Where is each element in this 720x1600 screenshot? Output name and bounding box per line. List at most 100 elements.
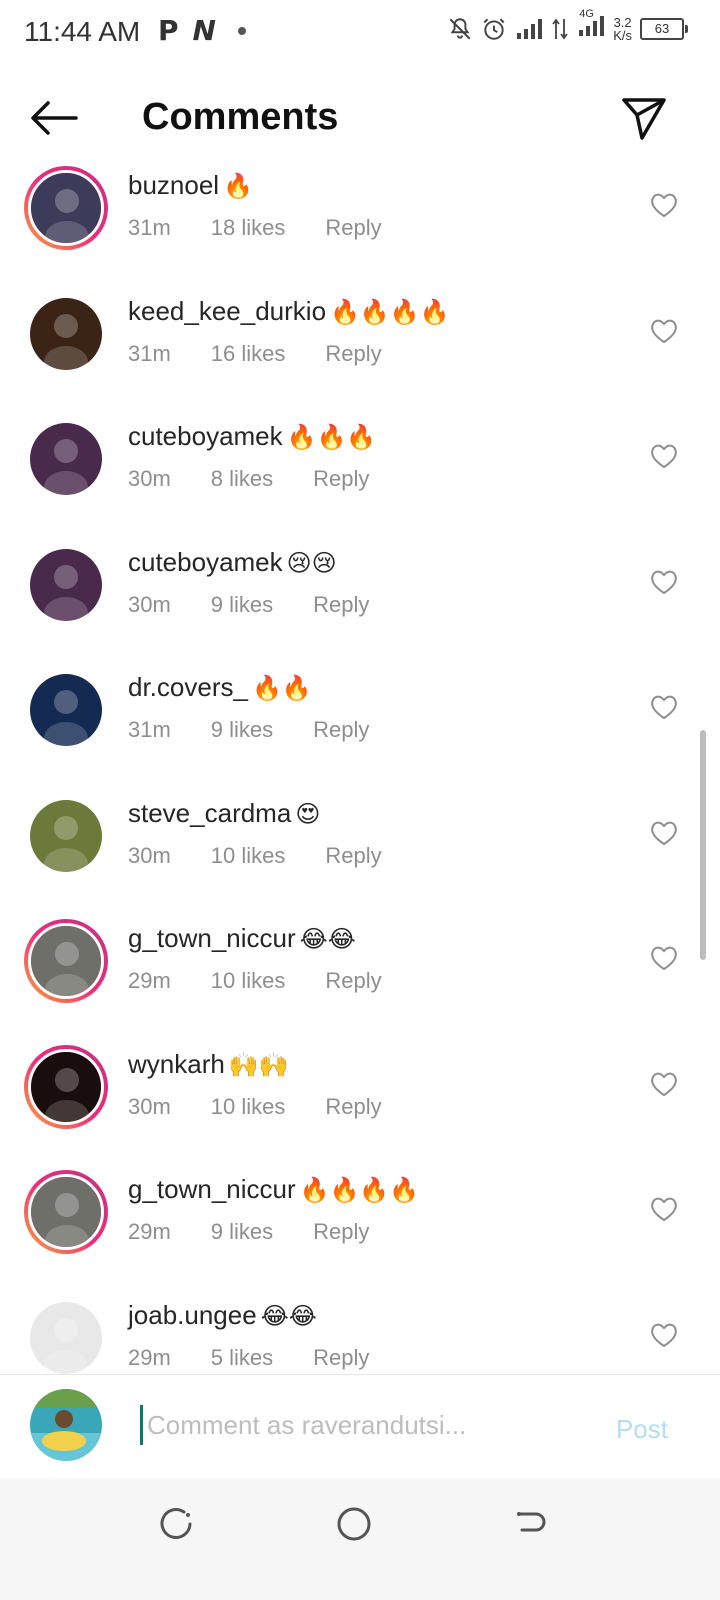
comment-username[interactable]: keed_kee_durkio bbox=[128, 296, 326, 326]
comment-line: joab.ungee 😂😂 bbox=[128, 1300, 369, 1331]
comment-row[interactable]: cuteboyamek 🔥🔥🔥 30m 8 likes Reply bbox=[0, 415, 720, 541]
comment-row[interactable]: buznoel 🔥 31m 18 likes Reply bbox=[0, 164, 720, 290]
reply-button[interactable]: Reply bbox=[325, 968, 381, 994]
avatar-ring[interactable] bbox=[30, 674, 102, 746]
comment-likes[interactable]: 5 likes bbox=[211, 1345, 273, 1371]
comment-username[interactable]: joab.ungee bbox=[128, 1300, 257, 1330]
status-bar: 11:44 AM P N 4G 3.2 K/s 63 bbox=[0, 0, 720, 64]
comment-meta: 30m 10 likes Reply bbox=[128, 1094, 382, 1120]
network-speed: 3.2 K/s bbox=[613, 16, 632, 42]
avatar[interactable] bbox=[30, 674, 102, 746]
avatar-ring[interactable] bbox=[30, 1301, 102, 1374]
comment-username[interactable]: wynkarh bbox=[128, 1049, 225, 1079]
reply-button[interactable]: Reply bbox=[313, 717, 369, 743]
comment-text: 🔥🔥🔥🔥 bbox=[330, 297, 450, 326]
comment-body: steve_cardma 😍 30m 10 likes Reply bbox=[128, 798, 382, 869]
avatar-ring[interactable] bbox=[30, 297, 102, 370]
heart-icon[interactable] bbox=[650, 192, 678, 218]
comment-username[interactable]: steve_cardma bbox=[128, 798, 291, 828]
comment-username[interactable]: g_town_niccur bbox=[128, 923, 296, 953]
avatar[interactable] bbox=[28, 1048, 104, 1125]
heart-icon[interactable] bbox=[650, 694, 678, 720]
comment-likes[interactable]: 10 likes bbox=[211, 968, 286, 994]
comment-row[interactable]: dr.covers_ 🔥🔥 31m 9 likes Reply bbox=[0, 666, 720, 792]
comments-list[interactable]: buznoel 🔥 31m 18 likes Reply keed_kee_durkio 🔥… bbox=[0, 164, 720, 1374]
comment-likes[interactable]: 9 likes bbox=[211, 1219, 273, 1245]
avatar[interactable] bbox=[30, 297, 102, 370]
comment-input[interactable] bbox=[140, 1405, 567, 1445]
reply-button[interactable]: Reply bbox=[313, 1219, 369, 1245]
avatar-head bbox=[54, 815, 78, 840]
comment-time: 29m bbox=[128, 1219, 171, 1244]
reply-button[interactable]: Reply bbox=[325, 215, 381, 241]
avatar[interactable] bbox=[30, 799, 102, 872]
comment-row[interactable]: g_town_niccur 😂😂 29m 10 likes Reply bbox=[0, 917, 720, 1043]
reply-button[interactable]: Reply bbox=[313, 466, 369, 492]
avatar[interactable] bbox=[30, 1301, 102, 1374]
comment-likes[interactable]: 9 likes bbox=[211, 592, 273, 618]
avatar[interactable] bbox=[30, 548, 102, 621]
avatar-ring[interactable] bbox=[24, 1170, 108, 1254]
avatar[interactable] bbox=[28, 923, 104, 999]
comment-body: joab.ungee 😂😂 29m 5 likes Reply bbox=[128, 1300, 369, 1371]
arrow-left-icon[interactable] bbox=[28, 98, 80, 138]
heart-icon[interactable] bbox=[650, 1196, 678, 1222]
reply-button[interactable]: Reply bbox=[313, 1345, 369, 1371]
comment-likes[interactable]: 8 likes bbox=[211, 466, 273, 492]
comment-likes[interactable]: 10 likes bbox=[211, 843, 286, 869]
post-button[interactable]: Post bbox=[610, 1413, 674, 1446]
data-transfer-icon bbox=[552, 18, 568, 39]
comment-row[interactable]: cuteboyamek 😢😢 30m 9 likes Reply bbox=[0, 541, 720, 667]
signal-icon bbox=[517, 18, 543, 39]
comment-row[interactable]: g_town_niccur 🔥🔥🔥🔥 29m 9 likes Reply bbox=[0, 1168, 720, 1294]
avatar-ring[interactable] bbox=[24, 1044, 108, 1129]
back-icon[interactable] bbox=[510, 1504, 550, 1544]
avatar-ring[interactable] bbox=[24, 166, 108, 250]
heart-icon[interactable] bbox=[650, 945, 678, 971]
comment-likes[interactable]: 9 likes bbox=[211, 717, 273, 743]
heart-icon[interactable] bbox=[650, 820, 678, 846]
home-icon[interactable] bbox=[334, 1504, 374, 1544]
comment-row[interactable]: steve_cardma 😍 30m 10 likes Reply bbox=[0, 792, 720, 918]
comment-likes[interactable]: 16 likes bbox=[211, 341, 286, 367]
scrollbar[interactable] bbox=[700, 730, 706, 960]
comment-text: 🔥 bbox=[223, 172, 253, 200]
comment-row[interactable]: keed_kee_durkio 🔥🔥🔥🔥 31m 16 likes Reply bbox=[0, 290, 720, 416]
heart-icon[interactable] bbox=[650, 1071, 678, 1097]
avatar-head bbox=[55, 1067, 79, 1092]
comment-time: 30m bbox=[128, 842, 171, 868]
heart-icon[interactable] bbox=[650, 569, 678, 595]
heart-icon[interactable] bbox=[650, 1322, 678, 1348]
reply-button[interactable]: Reply bbox=[313, 592, 369, 618]
comment-body: g_town_niccur 🔥🔥🔥🔥 29m 9 likes Reply bbox=[128, 1174, 419, 1245]
comment-username[interactable]: g_town_niccur bbox=[128, 1174, 296, 1204]
heart-icon[interactable] bbox=[650, 443, 678, 469]
avatar[interactable] bbox=[28, 1174, 104, 1250]
avatar[interactable] bbox=[30, 423, 102, 495]
comment-username[interactable]: buznoel bbox=[128, 170, 219, 200]
avatar-ring[interactable] bbox=[30, 548, 102, 621]
comment-username[interactable]: dr.covers_ bbox=[128, 672, 248, 702]
heart-icon[interactable] bbox=[650, 318, 678, 344]
avatar-ring[interactable] bbox=[24, 919, 108, 1003]
comment-username[interactable]: cuteboyamek bbox=[128, 547, 283, 577]
comment-body: dr.covers_ 🔥🔥 31m 9 likes Reply bbox=[128, 672, 369, 743]
more-notifications-dot-icon bbox=[237, 26, 246, 35]
comment-row[interactable]: joab.ungee 😂😂 29m 5 likes Reply bbox=[0, 1294, 720, 1375]
comment-text: 😢😢 bbox=[286, 548, 337, 577]
comment-text: 😂😂 bbox=[299, 925, 356, 953]
reply-button[interactable]: Reply bbox=[325, 341, 381, 367]
paper-plane-icon[interactable] bbox=[620, 94, 668, 142]
comment-row[interactable]: wynkarh 🙌🙌 30m 10 likes Reply bbox=[0, 1043, 720, 1169]
comment-likes[interactable]: 18 likes bbox=[211, 215, 286, 241]
comment-likes[interactable]: 10 likes bbox=[211, 1094, 286, 1120]
recent-apps-icon[interactable] bbox=[156, 1504, 196, 1544]
comment-body: cuteboyamek 🔥🔥🔥 30m 8 likes Reply bbox=[128, 421, 376, 492]
reply-button[interactable]: Reply bbox=[325, 843, 381, 869]
comment-username[interactable]: cuteboyamek bbox=[128, 421, 283, 451]
battery-level: 63 bbox=[654, 21, 670, 36]
avatar-ring[interactable] bbox=[30, 423, 102, 495]
avatar-ring[interactable] bbox=[30, 799, 102, 872]
avatar[interactable] bbox=[28, 170, 104, 246]
reply-button[interactable]: Reply bbox=[325, 1094, 381, 1120]
